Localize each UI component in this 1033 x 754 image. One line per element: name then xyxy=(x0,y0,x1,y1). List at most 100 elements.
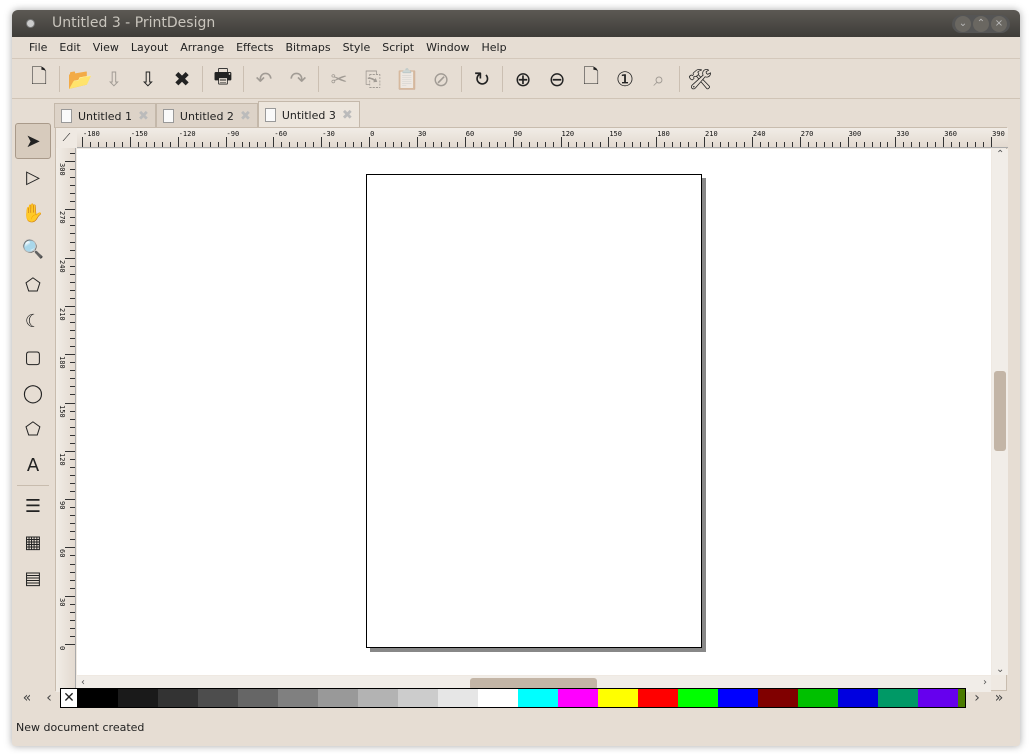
color-swatch[interactable] xyxy=(758,688,798,708)
color-swatch[interactable] xyxy=(398,688,438,708)
new-document-button[interactable]: 🗋 xyxy=(22,63,56,95)
menu-window[interactable]: Window xyxy=(421,37,474,58)
paste-button[interactable]: 📋 xyxy=(390,63,424,95)
menu-help[interactable]: Help xyxy=(477,37,512,58)
redo-button[interactable]: ↷ xyxy=(281,63,315,95)
ellipse-tool-button[interactable]: ◯ xyxy=(15,375,51,411)
color-swatch[interactable] xyxy=(478,688,518,708)
ruler-tick xyxy=(70,563,75,565)
color-swatch[interactable] xyxy=(118,688,158,708)
vertical-scrollbar[interactable]: ⌃ ⌄ xyxy=(992,149,1008,675)
zoom-out-button[interactable]: ⊖ xyxy=(540,63,574,95)
save-button[interactable]: ⇩ xyxy=(97,63,131,95)
ruler-tick xyxy=(265,142,267,147)
tab-untitled-1[interactable]: Untitled 1 ✖ xyxy=(54,103,156,128)
color-swatch[interactable] xyxy=(598,688,638,708)
color-swatch[interactable] xyxy=(358,688,398,708)
palette-next-button[interactable]: › xyxy=(966,690,988,706)
menu-edit[interactable]: Edit xyxy=(54,37,85,58)
ruler-tick xyxy=(831,142,833,147)
ruler-label: 60 xyxy=(465,130,475,138)
zoom-in-button[interactable]: ⊕ xyxy=(506,63,540,95)
color-swatch[interactable] xyxy=(798,688,838,708)
zoom-selected-button[interactable]: ⌕ xyxy=(642,63,676,95)
ruler-origin-icon[interactable]: ⟋ xyxy=(56,128,77,148)
menu-bitmaps[interactable]: Bitmaps xyxy=(280,37,335,58)
color-swatch[interactable] xyxy=(158,688,198,708)
color-swatch[interactable] xyxy=(958,688,965,708)
palette-first-button[interactable]: « xyxy=(16,690,38,706)
color-swatch[interactable] xyxy=(838,688,878,708)
color-swatch[interactable] xyxy=(198,688,238,708)
cut-button[interactable]: ✂ xyxy=(322,63,356,95)
color-swatch[interactable] xyxy=(238,688,278,708)
zoom-page-button[interactable]: 🗋 xyxy=(574,63,608,95)
vertical-scroll-thumb[interactable] xyxy=(994,371,1006,451)
color-swatch[interactable] xyxy=(678,688,718,708)
undo-button[interactable]: ↶ xyxy=(247,63,281,95)
color-swatch[interactable] xyxy=(278,688,318,708)
text-tool-button[interactable]: A xyxy=(15,447,51,483)
tab-close-icon[interactable]: ✖ xyxy=(342,108,353,123)
menu-script[interactable]: Script xyxy=(377,37,419,58)
minimize-button[interactable]: ⌄ xyxy=(955,16,971,32)
gradient-panel-button[interactable]: ▤ xyxy=(15,560,51,596)
color-swatch[interactable] xyxy=(558,688,598,708)
color-swatch[interactable] xyxy=(718,688,758,708)
color-swatch[interactable] xyxy=(78,688,118,708)
color-swatch[interactable] xyxy=(438,688,478,708)
close-document-button[interactable]: ✖ xyxy=(165,63,199,95)
color-swatch[interactable] xyxy=(878,688,918,708)
refresh-button[interactable]: ↻ xyxy=(465,63,499,95)
zoom-tool-button[interactable]: 🔍 xyxy=(15,231,51,267)
select-arrow-button[interactable]: ➤ xyxy=(15,123,51,159)
copy-button[interactable]: ⎘ xyxy=(356,63,390,95)
rectangle-tool-button[interactable]: ▢ xyxy=(15,339,51,375)
node-edit-button[interactable]: ▷ xyxy=(15,159,51,195)
color-panel-button[interactable]: ▦ xyxy=(15,524,51,560)
no-color-swatch[interactable]: ✕ xyxy=(60,688,78,708)
print-button[interactable]: 🖶 xyxy=(206,63,240,95)
ruler-tick xyxy=(70,426,75,428)
menu-style[interactable]: Style xyxy=(338,37,376,58)
color-swatch[interactable] xyxy=(518,688,558,708)
menu-layout[interactable]: Layout xyxy=(126,37,173,58)
hand-pan-button[interactable]: ✋ xyxy=(15,195,51,231)
document-page[interactable] xyxy=(366,174,702,648)
menu-view[interactable]: View xyxy=(88,37,124,58)
tab-close-icon[interactable]: ✖ xyxy=(138,109,149,124)
tab-close-icon[interactable]: ✖ xyxy=(240,109,251,124)
scroll-left-icon[interactable]: ‹ xyxy=(81,677,85,688)
layers-panel-button[interactable]: ☰ xyxy=(15,488,51,524)
menu-file[interactable]: File xyxy=(24,37,52,58)
color-swatch[interactable] xyxy=(638,688,678,708)
tab-untitled-3[interactable]: Untitled 3 ✖ xyxy=(257,101,360,128)
ruler-label: 270 xyxy=(800,130,814,138)
maximize-button[interactable]: ⌃ xyxy=(973,16,989,32)
ruler-tick xyxy=(951,142,953,147)
zoom-100-button[interactable]: ① xyxy=(608,63,642,95)
scroll-up-icon[interactable]: ⌃ xyxy=(996,149,1004,160)
polygon-tool-button[interactable]: ⬠ xyxy=(15,411,51,447)
menu-arrange[interactable]: Arrange xyxy=(175,37,229,58)
canvas[interactable] xyxy=(77,149,991,675)
tab-untitled-2[interactable]: Untitled 2 ✖ xyxy=(155,103,258,128)
ruler-tick xyxy=(847,137,849,147)
color-swatch[interactable] xyxy=(918,688,958,708)
ruler-tick xyxy=(70,619,75,621)
menu-effects[interactable]: Effects xyxy=(231,37,278,58)
palette-prev-button[interactable]: ‹ xyxy=(38,690,60,706)
color-swatch[interactable] xyxy=(318,688,358,708)
open-folder-button[interactable]: 📂 xyxy=(63,63,97,95)
close-window-button[interactable]: × xyxy=(991,16,1007,32)
save-as-button[interactable]: ⇩ xyxy=(131,63,165,95)
preferences-tools-button[interactable]: 🛠 xyxy=(683,63,717,95)
palette-last-button[interactable]: » xyxy=(988,690,1010,706)
node-edit-icon: ▷ xyxy=(26,166,40,188)
scroll-down-icon[interactable]: ⌄ xyxy=(996,664,1004,675)
scroll-right-icon[interactable]: › xyxy=(983,677,987,688)
delete-button[interactable]: ⊘ xyxy=(424,63,458,95)
bezier-tool-button[interactable]: ☾ xyxy=(15,303,51,339)
polyline-tool-button[interactable]: ⬠ xyxy=(15,267,51,303)
ruler-tick xyxy=(967,142,969,147)
